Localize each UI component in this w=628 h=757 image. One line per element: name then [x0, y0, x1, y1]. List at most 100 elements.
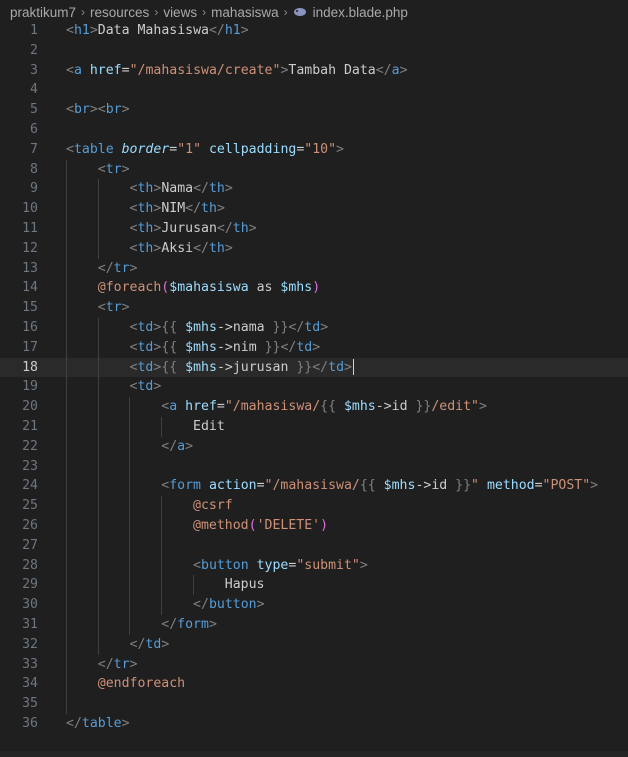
- code-line[interactable]: 35: [0, 694, 628, 714]
- code-token: ->id: [375, 399, 416, 415]
- code-line[interactable]: 18 <td>{{ $mhs->jurusan }}</td>: [0, 357, 628, 378]
- code-token: </: [97, 656, 114, 672]
- code-token: td: [145, 636, 162, 652]
- line-number: 30: [22, 597, 38, 613]
- code-line[interactable]: 32 </td>: [0, 635, 628, 655]
- line-number: 2: [30, 42, 38, 58]
- code-line[interactable]: 14 @foreach($mahasiswa as $mhs): [0, 278, 628, 298]
- code-line[interactable]: 23: [0, 457, 628, 477]
- code-text: <td>{{ $mhs->nim }}</td>: [66, 338, 321, 358]
- breadcrumb-item-praktikum7[interactable]: praktikum7: [10, 5, 76, 20]
- code-line[interactable]: 19 <td>: [0, 377, 628, 397]
- code-token: {{: [161, 359, 178, 375]
- line-number: 8: [30, 161, 38, 177]
- line-number: 4: [30, 82, 38, 98]
- code-line[interactable]: 8 <tr>: [0, 160, 628, 180]
- code-token: a: [177, 438, 186, 454]
- code-token: {{: [320, 399, 337, 415]
- code-line[interactable]: 10 <th>NIM</th>: [0, 199, 628, 219]
- code-line[interactable]: 17 <td>{{ $mhs->nim }}</td>: [0, 338, 628, 358]
- code-line[interactable]: 6: [0, 120, 628, 140]
- code-line[interactable]: 29 Hapus: [0, 575, 628, 595]
- chevron-right-icon: ›: [154, 5, 159, 19]
- code-token: Data Mahasiswa: [97, 23, 209, 38]
- code-text: <td>{{ $mhs->nama }}</td>: [66, 318, 329, 338]
- code-token: }}: [455, 478, 472, 494]
- code-line[interactable]: 2: [0, 41, 628, 61]
- code-token: >: [336, 141, 344, 157]
- code-line[interactable]: 34 @endforeach: [0, 674, 628, 694]
- code-line[interactable]: 25 @csrf: [0, 496, 628, 516]
- code-line[interactable]: 15 <tr>: [0, 298, 628, 318]
- code-token: br: [73, 102, 90, 118]
- line-number: 21: [22, 418, 38, 434]
- code-token: td: [296, 339, 313, 355]
- line-number: 6: [30, 121, 38, 137]
- code-token: table: [81, 715, 122, 731]
- indent-guide: [192, 575, 194, 596]
- code-token: td: [137, 319, 154, 335]
- indent-guide: [161, 417, 163, 437]
- code-line[interactable]: 28 <button type="submit">: [0, 556, 628, 576]
- code-line[interactable]: 12 <th>Aksi</th>: [0, 239, 628, 259]
- indent-guide: [66, 159, 67, 714]
- code-token: >: [478, 399, 487, 415]
- code-token: </: [193, 240, 209, 256]
- code-token: >: [590, 478, 599, 494]
- line-number: 11: [22, 220, 38, 236]
- line-number: 20: [22, 399, 38, 415]
- line-number: 25: [22, 498, 38, 514]
- code-line[interactable]: 16 <td>{{ $mhs->nama }}</td>: [0, 318, 628, 338]
- code-line[interactable]: 5 <br><br>: [0, 100, 628, 120]
- code-line[interactable]: 9 <th>Nama</th>: [0, 179, 628, 199]
- code-token: th: [137, 240, 154, 256]
- code-token: tr: [113, 656, 130, 672]
- code-token: }}: [296, 359, 313, 375]
- code-token: >: [121, 300, 130, 316]
- code-line[interactable]: 33 </tr>: [0, 655, 628, 675]
- code-editor[interactable]: 1 <h1>Data Mahasiswa</h1> 2 3 <a href="/maha…: [0, 21, 628, 734]
- code-text: @method('DELETE'): [66, 516, 328, 536]
- code-line[interactable]: 3 <a href="/mahasiswa/create">Tambah Data…: [0, 61, 628, 81]
- breadcrumb-item-resources[interactable]: resources: [90, 5, 149, 20]
- code-token: action: [208, 478, 257, 494]
- code-token: <: [66, 102, 74, 118]
- code-token: ->nama: [216, 319, 273, 335]
- code-line[interactable]: 20 <a href="/mahasiswa/{{ $mhs->id }}/ed…: [0, 397, 628, 417]
- code-line[interactable]: 30 </button>: [0, 595, 628, 615]
- code-line[interactable]: 31 </form>: [0, 615, 628, 635]
- code-token: {{: [161, 339, 178, 355]
- code-token: /edit": [431, 399, 479, 415]
- code-line[interactable]: 22 </a>: [0, 437, 628, 457]
- code-line[interactable]: 24 <form action="/mahasiswa/{{ $mhs->id …: [0, 476, 628, 496]
- code-line[interactable]: 13 </tr>: [0, 259, 628, 279]
- code-line[interactable]: 36 </table>: [0, 714, 628, 734]
- code-token: th: [201, 201, 217, 217]
- horizontal-scrollbar[interactable]: [0, 751, 628, 757]
- code-line[interactable]: 11 <th>Jurusan</th>: [0, 219, 628, 239]
- code-line[interactable]: 27: [0, 536, 628, 556]
- code-text: Hapus: [66, 575, 265, 595]
- code-token: $mhs: [280, 280, 313, 296]
- breadcrumb-item-views[interactable]: views: [163, 5, 197, 20]
- line-number: 3: [30, 62, 38, 78]
- breadcrumb-item-mahasiswa[interactable]: mahasiswa: [211, 5, 279, 20]
- code-text: <form action="/mahasiswa/{{ $mhs->id }}"…: [66, 476, 598, 496]
- breadcrumb-file[interactable]: index.blade.php: [313, 5, 408, 20]
- code-token: =: [216, 399, 225, 415]
- code-line[interactable]: 4: [0, 80, 628, 100]
- code-line[interactable]: 26 @method('DELETE'): [0, 516, 628, 536]
- code-line[interactable]: 1 <h1>Data Mahasiswa</h1>: [0, 21, 628, 41]
- code-line[interactable]: 21 Edit: [0, 417, 628, 437]
- code-text: @csrf: [66, 496, 233, 516]
- code-token: tr: [105, 300, 122, 316]
- code-token: </: [375, 62, 392, 78]
- code-line[interactable]: 7 <table border="1" cellpadding="10">: [0, 140, 628, 160]
- code-token: >: [129, 656, 138, 672]
